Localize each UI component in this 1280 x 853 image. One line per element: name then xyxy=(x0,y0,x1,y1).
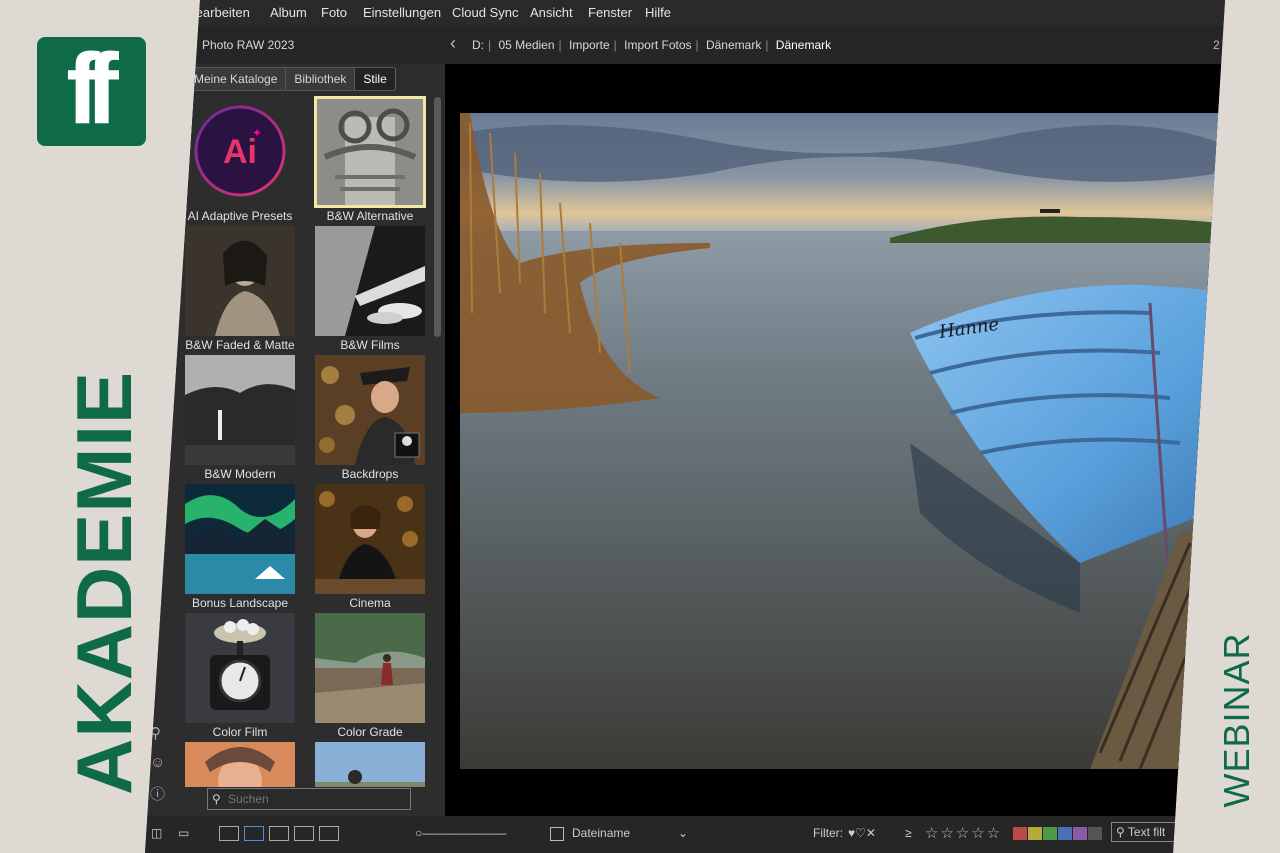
color-label-swatch[interactable] xyxy=(1028,827,1042,841)
app-title: Photo RAW 2023 xyxy=(202,38,295,52)
color-label-swatch[interactable] xyxy=(1088,827,1102,841)
gte-icon[interactable]: ≥ xyxy=(905,826,912,840)
preset-label: B&W Faded & Matte xyxy=(185,338,295,352)
backdrops-thumbnail xyxy=(315,355,425,465)
partial-thumbnail xyxy=(185,742,295,787)
color-label-swatch[interactable] xyxy=(1058,827,1072,841)
chevron-left-icon[interactable]: ‹ xyxy=(450,33,456,54)
preset-tile-bw-alternative[interactable]: B&W Alternative xyxy=(314,96,426,223)
preset-label: B&W Films xyxy=(340,338,400,352)
menu-album[interactable]: Album xyxy=(270,5,307,20)
preset-label: Color Grade xyxy=(337,725,403,739)
map-view-icon[interactable] xyxy=(319,826,339,842)
browse-sidebar: Meine Kataloge Bibliothek Stile Ai ✦ AI … xyxy=(145,64,445,816)
sort-label: Dateiname xyxy=(572,826,631,840)
menu-hilfe[interactable]: Hilfe xyxy=(645,5,671,20)
tab-stile[interactable]: Stile xyxy=(354,67,396,91)
chevron-down-icon: ⌄ xyxy=(678,826,689,840)
menu-cloud-sync[interactable]: Cloud Sync xyxy=(452,5,518,20)
cinema-thumbnail xyxy=(315,484,425,594)
preset-label: Color Film xyxy=(212,725,268,739)
photo-viewer: Hanne xyxy=(445,64,1225,816)
filmstrip-view-icon[interactable] xyxy=(269,826,289,842)
preset-label: AI Adaptive Presets xyxy=(187,209,293,223)
menu-ansicht[interactable]: Ansicht xyxy=(530,5,573,20)
menu-fenster[interactable]: Fenster xyxy=(588,5,632,20)
preset-scrollbar[interactable] xyxy=(434,97,441,337)
preset-tile-partial[interactable] xyxy=(315,742,425,787)
help-icon[interactable]: ⓘ xyxy=(150,783,165,804)
preset-tile-cinema[interactable]: Cinema xyxy=(315,484,425,610)
breadcrumb-current: Dänemark xyxy=(775,38,832,52)
ai-preset-thumbnail: Ai ✦ xyxy=(185,97,295,207)
breadcrumb-item[interactable]: D: xyxy=(472,38,484,52)
zoom-slider[interactable]: ○——————— xyxy=(415,826,506,840)
bonus-landscape-thumbnail xyxy=(185,484,295,594)
bw-alternative-thumbnail xyxy=(314,96,426,208)
preset-label: B&W Alternative xyxy=(326,209,414,223)
detail-view-icon[interactable] xyxy=(244,826,264,842)
sparkle-icon: ✦ xyxy=(252,126,262,140)
menu-foto[interactable]: Foto xyxy=(321,5,347,20)
preset-tile-backdrops[interactable]: Backdrops xyxy=(315,355,425,481)
breadcrumb: D: | 05 Medien | Importe | Import Fotos | Dä… xyxy=(472,38,832,52)
preset-tile-bw-films[interactable]: B&W Films xyxy=(315,226,425,352)
preset-tile-ai-adaptive[interactable]: Ai ✦ AI Adaptive Presets xyxy=(185,97,295,223)
preset-tile-color-film[interactable]: Color Film xyxy=(185,613,295,739)
menu-einstellungen[interactable]: Einstellungen xyxy=(363,5,441,20)
bw-films-thumbnail xyxy=(315,226,425,336)
ff-logo: ff xyxy=(37,37,146,146)
preset-label: Bonus Landscape xyxy=(191,596,289,610)
bw-modern-thumbnail xyxy=(185,355,295,465)
page-indicator: 2 xyxy=(1213,38,1220,52)
bottom-toolbar: ◫ ▭ ○——————— Dateiname ⌄ Filter: ♥♡✕ ≥ ☆☆… xyxy=(145,816,1225,853)
title-bar: Photo RAW 2023 ‹ D: | 05 Medien | Importe |… xyxy=(145,26,1225,64)
color-label-filter xyxy=(1013,826,1103,841)
sort-dropdown[interactable]: Dateiname ⌄ xyxy=(550,826,688,841)
breadcrumb-item[interactable]: Importe xyxy=(569,38,610,52)
breadcrumb-item[interactable]: 05 Medien xyxy=(498,38,554,52)
akademie-vertical-text: AKADEMIE xyxy=(60,371,148,796)
app-window: Bearbeiten Album Foto Einstellungen Clou… xyxy=(145,0,1225,853)
partial-thumbnail xyxy=(315,742,425,787)
people-icon[interactable]: ☺ xyxy=(150,754,165,771)
search-field[interactable]: ⚲ xyxy=(207,788,411,810)
tab-meine-kataloge[interactable]: Meine Kataloge xyxy=(185,67,286,91)
preset-tile-bw-modern[interactable]: B&W Modern xyxy=(185,355,295,481)
sidebar-tabs: Meine Kataloge Bibliothek Stile xyxy=(185,67,396,91)
breadcrumb-item[interactable]: Dänemark xyxy=(706,38,761,52)
search-input[interactable] xyxy=(228,789,406,809)
color-label-swatch[interactable] xyxy=(1043,827,1057,841)
heart-filter-icon[interactable]: ♥♡✕ xyxy=(848,826,876,840)
bw-faded-thumbnail xyxy=(185,226,295,336)
main-photo[interactable]: Hanne xyxy=(460,113,1220,769)
search-icon: ⚲ xyxy=(212,792,221,806)
color-grade-thumbnail xyxy=(315,613,425,723)
sort-checkbox[interactable] xyxy=(550,826,564,841)
preset-label: B&W Modern xyxy=(204,467,276,481)
grid-view-icon[interactable] xyxy=(219,826,239,842)
compare-view-icon[interactable] xyxy=(294,826,314,842)
preset-tile-bonus-landscape[interactable]: Bonus Landscape xyxy=(185,484,295,610)
webinar-vertical-text: WEBINAR xyxy=(1216,632,1257,808)
preset-tile-color-grade[interactable]: Color Grade xyxy=(315,613,425,739)
view-modes xyxy=(219,826,344,842)
panel-toggle-icon[interactable]: ◫ xyxy=(151,826,162,840)
menu-bar: Bearbeiten Album Foto Einstellungen Clou… xyxy=(145,0,1225,26)
preset-label: Backdrops xyxy=(341,467,399,481)
preset-tile-bw-faded[interactable]: B&W Faded & Matte xyxy=(185,226,295,352)
color-label-swatch[interactable] xyxy=(1013,827,1027,841)
color-label-swatch[interactable] xyxy=(1073,827,1087,841)
tab-bibliothek[interactable]: Bibliothek xyxy=(285,67,355,91)
star-rating-filter[interactable]: ☆☆☆☆☆ xyxy=(925,824,1002,842)
breadcrumb-item[interactable]: Import Fotos xyxy=(624,38,691,52)
preset-tile-partial[interactable] xyxy=(185,742,295,787)
preset-label: Cinema xyxy=(349,596,391,610)
display-icon[interactable]: ▭ xyxy=(178,826,189,840)
filter-label: Filter: xyxy=(813,826,843,840)
color-film-thumbnail xyxy=(185,613,295,723)
text-filter-input[interactable]: ⚲ Text filt xyxy=(1111,822,1181,842)
